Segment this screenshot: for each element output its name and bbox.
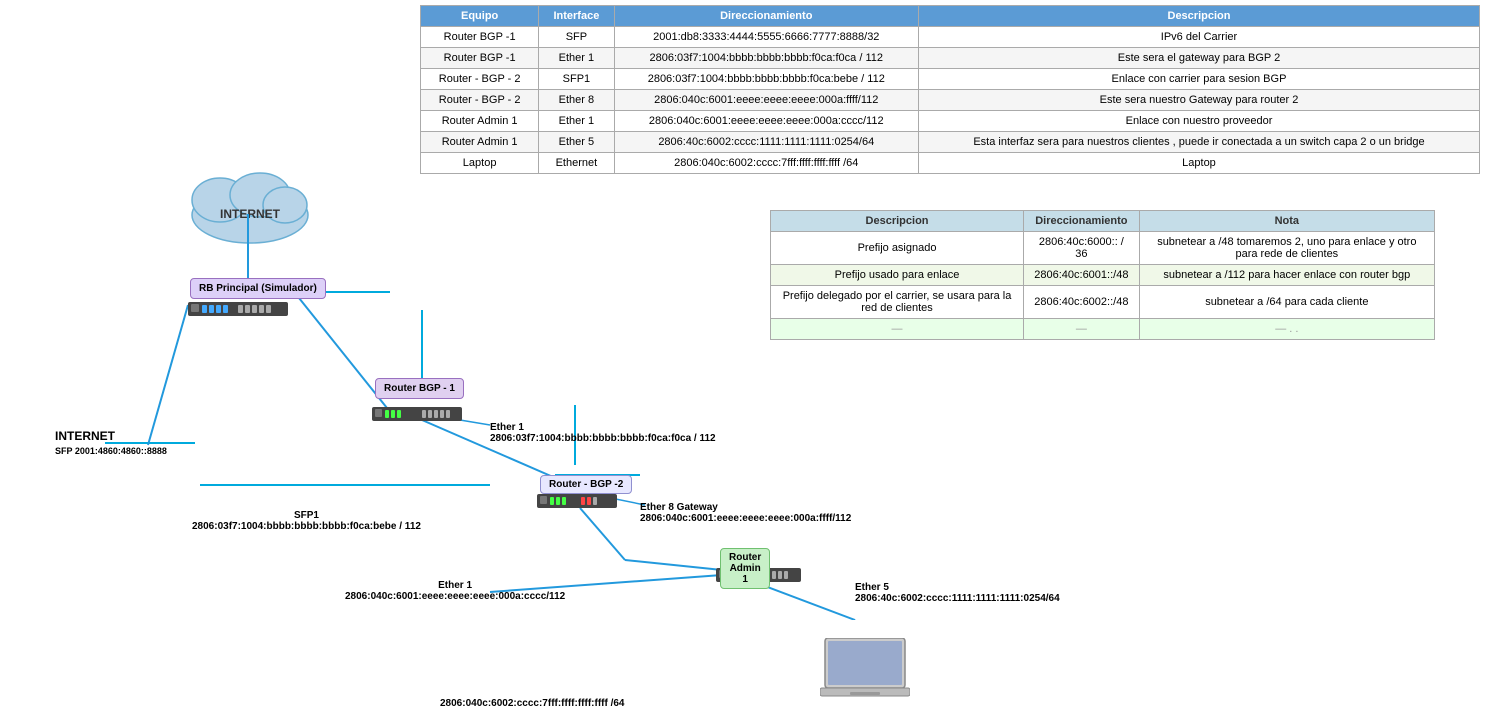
desc-cell: Enlace con carrier para sesion BGP xyxy=(918,69,1479,90)
rb-principal-router-icon xyxy=(188,300,288,321)
interface-cell: Ether 8 xyxy=(539,90,614,111)
router-admin1-box: Router Admin 1 xyxy=(720,548,770,589)
connections-svg xyxy=(0,130,760,620)
col-header-direccionamiento: Direccionamiento xyxy=(614,6,918,27)
interface-cell: Ether 1 xyxy=(539,48,614,69)
addr-cell: 2001:db8:3333:4444:5555:6666:7777:8888/3… xyxy=(614,27,918,48)
addr-cell: 2806:03f7:1004:bbbb:bbbb:bbbb:f0ca:bebe … xyxy=(614,69,918,90)
desc-cell: Este sera el gateway para BGP 2 xyxy=(918,48,1479,69)
nota2-cell: subnetear a /64 para cada cliente xyxy=(1139,286,1434,319)
equipo-cell: Router BGP -1 xyxy=(421,48,539,69)
addr2-cell: 2806:40c:6001::/48 xyxy=(1024,265,1140,286)
router-bgp2-icon xyxy=(537,492,617,513)
addr-cell: 2806:040c:6001:eeee:eeee:eeee:000a:cccc/… xyxy=(614,111,918,132)
table-row: Prefijo usado para enlace 2806:40c:6001:… xyxy=(771,265,1435,286)
ether1-bgp1-label: Ether 1 2806:03f7:1004:bbbb:bbbb:bbbb:f0… xyxy=(490,422,716,444)
equipo-cell: Router - BGP - 2 xyxy=(421,90,539,111)
interface-cell: Ether 1 xyxy=(539,111,614,132)
addr2-cell: — xyxy=(1024,319,1140,340)
table-row: Router - BGP - 2 SFP1 2806:03f7:1004:bbb… xyxy=(421,69,1480,90)
rb-principal-box: RB Principal (Simulador) xyxy=(190,278,326,299)
internet-cloud: INTERNET xyxy=(185,160,315,248)
svg-text:INTERNET: INTERNET xyxy=(220,207,281,221)
addr2-cell: 2806:40c:6000:: / 36 xyxy=(1024,232,1140,265)
internet-sfp-label: INTERNET SFP 2001:4860:4860::8888 xyxy=(55,428,167,457)
nota2-cell: — . . xyxy=(1139,319,1434,340)
col-header-descripcion: Descripcion xyxy=(918,6,1479,27)
table-row: Router BGP -1 SFP 2001:db8:3333:4444:555… xyxy=(421,27,1480,48)
second-table: Descripcion Direccionamiento Nota Prefij… xyxy=(770,210,1435,340)
desc-cell: Este sera nuestro Gateway para router 2 xyxy=(918,90,1479,111)
nota2-cell: subnetear a /48 tomaremos 2, uno para en… xyxy=(1139,232,1434,265)
equipo-cell: Router Admin 1 xyxy=(421,111,539,132)
ether5-label: Ether 5 2806:40c:6002:cccc:1111:1111:111… xyxy=(855,582,1060,604)
laptop-icon xyxy=(820,638,910,706)
desc2-cell: — xyxy=(771,319,1024,340)
desc-cell: Laptop xyxy=(918,153,1479,174)
desc2-cell: Prefijo usado para enlace xyxy=(771,265,1024,286)
router-bgp1-box: Router BGP - 1 xyxy=(375,378,464,399)
desc-cell: Enlace con nuestro proveedor xyxy=(918,111,1479,132)
router-bgp2-box: Router - BGP -2 xyxy=(540,475,632,494)
equipo-cell: Router - BGP - 2 xyxy=(421,69,539,90)
laptop-addr-label: 2806:040c:6002:cccc:7fff:ffff:ffff:ffff … xyxy=(440,698,625,709)
ether8-label: Ether 8 Gateway 2806:040c:6001:eeee:eeee… xyxy=(640,502,851,524)
desc-cell desc-wide: Esta interfaz sera para nuestros cliente… xyxy=(918,132,1479,153)
col-header-equipo: Equipo xyxy=(421,6,539,27)
addr2-cell: 2806:40c:6002::/48 xyxy=(1024,286,1140,319)
ether1-admin-label: Ether 1 2806:040c:6001:eeee:eeee:eeee:00… xyxy=(345,580,565,602)
sfp1-label: SFP1 2806:03f7:1004:bbbb:bbbb:bbbb:f0ca:… xyxy=(192,510,421,532)
network-diagram: INTERNET RB Principal (Simulador) Router… xyxy=(0,130,760,620)
diagram-lines xyxy=(0,130,1000,620)
col2-header-desc: Descripcion xyxy=(771,211,1024,232)
table-row: — — — . . xyxy=(771,319,1435,340)
col2-header-addr: Direccionamiento xyxy=(1024,211,1140,232)
desc2-cell: Prefijo delegado por el carrier, se usar… xyxy=(771,286,1024,319)
table-row: Router - BGP - 2 Ether 8 2806:040c:6001:… xyxy=(421,90,1480,111)
addr-cell: 2806:03f7:1004:bbbb:bbbb:bbbb:f0ca:f0ca … xyxy=(614,48,918,69)
addr-cell: 2806:040c:6001:eeee:eeee:eeee:000a:ffff/… xyxy=(614,90,918,111)
col2-header-nota: Nota xyxy=(1139,211,1434,232)
table-row: Router BGP -1 Ether 1 2806:03f7:1004:bbb… xyxy=(421,48,1480,69)
interface-cell: SFP1 xyxy=(539,69,614,90)
table-row: Prefijo asignado 2806:40c:6000:: / 36 su… xyxy=(771,232,1435,265)
interface-cell: SFP xyxy=(539,27,614,48)
nota2-cell: subnetear a /112 para hacer enlace con r… xyxy=(1139,265,1434,286)
equipo-cell: Router BGP -1 xyxy=(421,27,539,48)
desc-cell: IPv6 del Carrier xyxy=(918,27,1479,48)
table-row: Prefijo delegado por el carrier, se usar… xyxy=(771,286,1435,319)
router-bgp1-icon xyxy=(372,405,462,426)
desc2-cell: Prefijo asignado xyxy=(771,232,1024,265)
col-header-interface: Interface xyxy=(539,6,614,27)
table-row: Router Admin 1 Ether 1 2806:040c:6001:ee… xyxy=(421,111,1480,132)
